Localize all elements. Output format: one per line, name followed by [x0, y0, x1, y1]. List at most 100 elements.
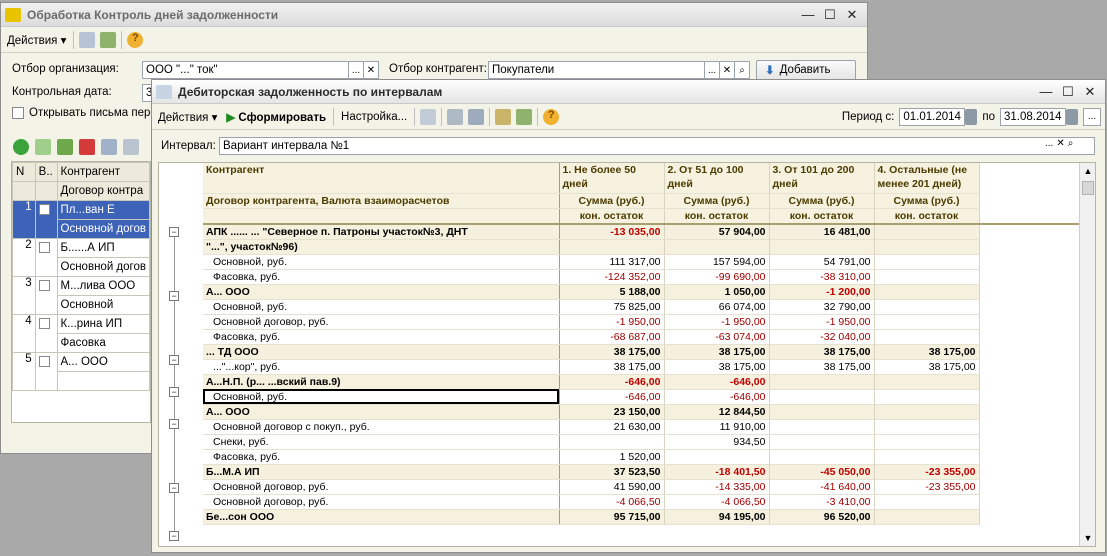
amount-cell[interactable] — [874, 509, 980, 525]
row-name[interactable]: А...Н.П. (р... ...вский пав.9) — [203, 374, 560, 390]
list-item[interactable]: 2 Б......А ИП — [12, 238, 150, 277]
amount-cell[interactable]: 38 175,00 — [769, 359, 875, 375]
collapse-group-icon[interactable]: − — [169, 227, 179, 237]
report-row[interactable]: Фасовка, руб. -124 352,00 -99 690,00 -38 31… — [203, 269, 1079, 285]
calendar-icon[interactable] — [1066, 108, 1078, 125]
report-row[interactable]: Б...М.А ИП 37 523,50 -18 401,50 -45 050,00-… — [203, 464, 1079, 480]
report-row[interactable]: ... ТД ООО 38 175,00 38 175,00 38 175,00 38 … — [203, 344, 1079, 360]
scroll-thumb[interactable] — [1082, 181, 1094, 195]
amount-cell[interactable]: 38 175,00 — [874, 344, 980, 360]
amount-cell[interactable] — [874, 434, 980, 450]
amount-cell[interactable]: -1 200,00 — [769, 284, 875, 300]
interval-clear-button[interactable]: ✕ — [1056, 138, 1064, 149]
row-name[interactable]: А... ООО — [203, 284, 560, 300]
amount-cell[interactable]: 21 630,00 — [559, 419, 665, 435]
org-select-button[interactable]: ... — [348, 61, 364, 79]
amount-cell[interactable]: 1 050,00 — [664, 284, 770, 300]
row-name[interactable]: АПК ...... ... "Северное п. Патроны учас… — [203, 223, 560, 240]
grid-icon[interactable] — [468, 108, 485, 125]
list-item[interactable]: 5 А... ООО — [12, 352, 150, 391]
amount-cell[interactable] — [559, 239, 665, 255]
tree-icon[interactable] — [447, 108, 464, 125]
report-row[interactable]: Основной, руб. 111 317,00 157 594,00 54 791… — [203, 254, 1079, 270]
amount-cell[interactable]: -23 355,00 — [874, 464, 980, 480]
amount-cell[interactable]: -45 050,00 — [769, 464, 875, 480]
amount-cell[interactable]: -99 690,00 — [664, 269, 770, 285]
row-name[interactable]: Фасовка, руб. — [203, 449, 560, 465]
amount-cell[interactable]: 11 910,00 — [664, 419, 770, 435]
report-row[interactable]: Основной, руб. -646,00 -646,00 — [203, 389, 1079, 405]
amount-cell[interactable]: 32 790,00 — [769, 299, 875, 315]
amount-cell[interactable]: 66 074,00 — [664, 299, 770, 315]
print-icon[interactable] — [79, 31, 96, 48]
amount-cell[interactable] — [874, 314, 980, 330]
amount-cell[interactable]: -646,00 — [559, 389, 665, 405]
amount-cell[interactable]: -68 687,00 — [559, 329, 665, 345]
row-name[interactable]: Бе...сон ООО — [203, 509, 560, 525]
amount-cell[interactable]: -1 950,00 — [769, 314, 875, 330]
row-name[interactable]: Основной договор, руб. — [203, 494, 560, 510]
amount-cell[interactable]: -32 040,00 — [769, 329, 875, 345]
row-name[interactable]: Основной договор, руб. — [203, 314, 560, 330]
minimize-icon[interactable]: — — [1035, 83, 1057, 101]
amount-cell[interactable]: -41 640,00 — [769, 479, 875, 495]
amount-cell[interactable]: -646,00 — [559, 374, 665, 390]
amount-cell[interactable]: -4 066,50 — [559, 494, 665, 510]
interval-select-button[interactable]: ... — [1045, 138, 1053, 149]
report-row[interactable]: Снеки, руб. 934,50 — [203, 434, 1079, 450]
period-to-field[interactable]: 31.08.2014 — [1000, 107, 1066, 126]
minimize-icon[interactable]: — — [797, 6, 819, 24]
amount-cell[interactable]: 38 175,00 — [769, 344, 875, 360]
amount-cell[interactable]: 54 791,00 — [769, 254, 875, 270]
amount-cell[interactable]: 1 520,00 — [559, 449, 665, 465]
amount-cell[interactable] — [874, 329, 980, 345]
amount-cell[interactable] — [874, 494, 980, 510]
open-letters-checkbox[interactable] — [12, 107, 24, 119]
amount-cell[interactable] — [874, 419, 980, 435]
amount-cell[interactable]: 38 175,00 — [559, 344, 665, 360]
delete-icon[interactable] — [79, 139, 95, 155]
amount-cell[interactable] — [874, 449, 980, 465]
period-from-field[interactable]: 01.01.2014 — [899, 107, 966, 126]
add-icon[interactable] — [13, 139, 29, 155]
row-checkbox[interactable] — [38, 356, 50, 367]
amount-cell[interactable]: -4 066,50 — [664, 494, 770, 510]
amount-cell[interactable]: 57 904,00 — [664, 223, 770, 240]
row-name[interactable]: Основной договор с покуп., руб. — [203, 419, 560, 435]
row-name[interactable]: Снеки, руб. — [203, 434, 560, 450]
edit-icon[interactable] — [57, 139, 73, 155]
amount-cell[interactable]: 38 175,00 — [664, 344, 770, 360]
amount-cell[interactable]: -1 950,00 — [664, 314, 770, 330]
maximize-icon[interactable]: ☐ — [1057, 83, 1079, 101]
report-row[interactable]: Бе...сон ООО 95 715,00 94 195,00 96 520,00 — [203, 509, 1079, 525]
contractor-search-button[interactable]: ⌕ — [734, 61, 750, 79]
amount-cell[interactable] — [874, 239, 980, 255]
report-row[interactable]: Фасовка, руб. 1 520,00 — [203, 449, 1079, 465]
scroll-up-icon[interactable]: ▲ — [1080, 163, 1095, 179]
help-icon[interactable]: ? — [543, 108, 560, 125]
amount-cell[interactable] — [874, 254, 980, 270]
collapse-group-icon[interactable]: − — [169, 419, 179, 429]
calendar-icon[interactable] — [965, 108, 978, 125]
contractor-select-button[interactable]: ... — [704, 61, 720, 79]
table-icon[interactable] — [101, 139, 117, 155]
amount-cell[interactable] — [769, 374, 875, 390]
maximize-icon[interactable]: ☐ — [819, 6, 841, 24]
report-row[interactable]: Основной, руб. 75 825,00 66 074,00 32 790,0… — [203, 299, 1079, 315]
report-row[interactable]: Основной договор, руб. 41 590,00 -14 335,0… — [203, 479, 1079, 495]
row-name[interactable]: ..."...кор", руб. — [203, 359, 560, 375]
report-row[interactable]: Основной договор, руб. -4 066,50 -4 066,50… — [203, 494, 1079, 510]
row-name[interactable]: ... ТД ООО — [203, 344, 560, 360]
amount-cell[interactable]: 38 175,00 — [559, 359, 665, 375]
amount-cell[interactable]: -38 310,00 — [769, 269, 875, 285]
amount-cell[interactable] — [874, 284, 980, 300]
amount-cell[interactable]: 38 175,00 — [874, 359, 980, 375]
row-name[interactable]: Основной договор, руб. — [203, 479, 560, 495]
amount-cell[interactable]: 37 523,50 — [559, 464, 665, 480]
amount-cell[interactable] — [769, 434, 875, 450]
actions-menu[interactable]: Действия ▾ — [5, 33, 68, 47]
row-checkbox[interactable] — [38, 318, 50, 329]
report-row[interactable]: АПК ...... ... "Северное п. Патроны учас… — [203, 223, 1079, 240]
amount-cell[interactable] — [874, 269, 980, 285]
interval-search-button[interactable]: ⌕ — [1068, 138, 1074, 149]
